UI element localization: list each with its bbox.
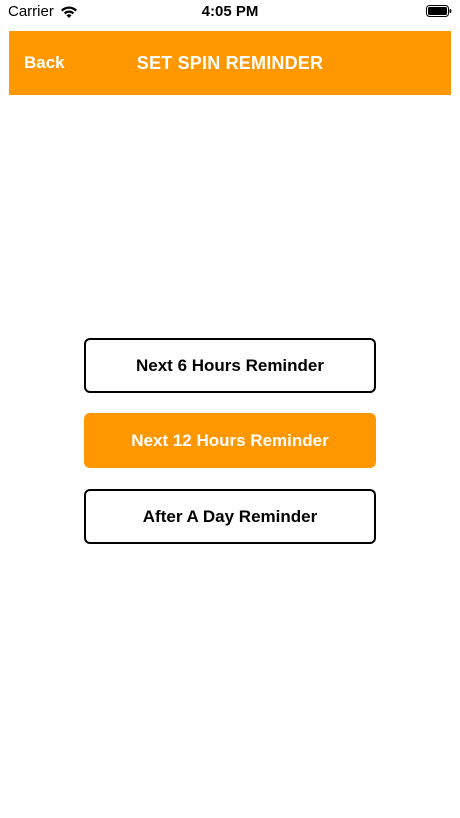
after-a-day-reminder-button[interactable]: After A Day Reminder	[84, 489, 376, 544]
battery-full-icon	[426, 5, 452, 17]
next-6-hours-reminder-button[interactable]: Next 6 Hours Reminder	[84, 338, 376, 393]
page-title: SET SPIN REMINDER	[136, 53, 324, 73]
navigation-bar: Back SET SPIN REMINDER	[9, 31, 451, 95]
status-time: 4:05 PM	[201, 3, 259, 20]
next-12-hours-reminder-button[interactable]: Next 12 Hours Reminder	[84, 413, 376, 468]
status-bar: Carrier 4:05 PM	[0, 0, 460, 26]
reminder-screen: Carrier 4:05 PM Back SET SPIN REMINDER N…	[0, 0, 460, 818]
